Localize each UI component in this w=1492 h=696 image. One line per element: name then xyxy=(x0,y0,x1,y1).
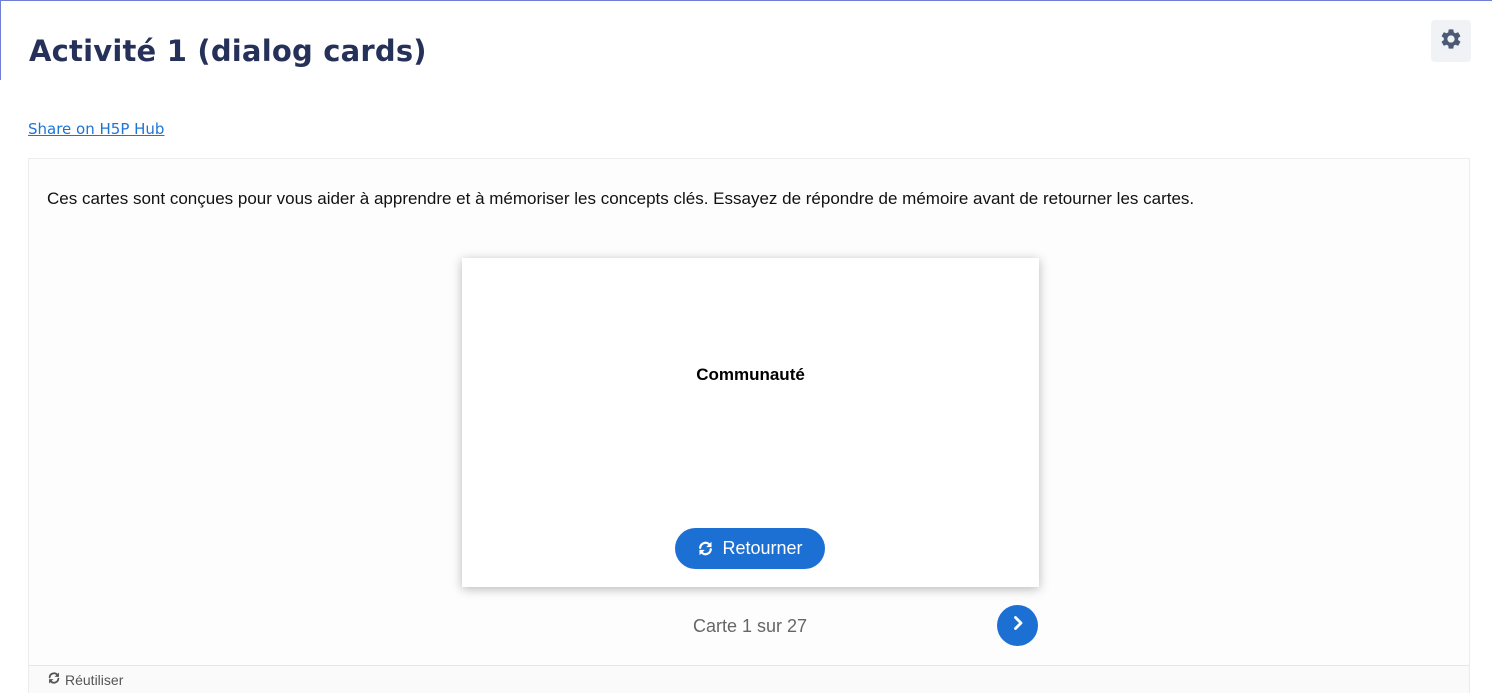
intro-text: Ces cartes sont conçues pour vous aider … xyxy=(47,189,1195,208)
page: Activité 1 (dialog cards) Share on H5P H… xyxy=(0,0,1492,696)
card-progress: Carte 1 sur 27 xyxy=(692,616,808,636)
flip-button-label: Retourner xyxy=(722,538,803,558)
h5p-actions-bar: Réutiliser xyxy=(29,665,1469,693)
h5p-content: Ces cartes sont conçues pour vous aider … xyxy=(28,158,1470,693)
frame-border-left xyxy=(0,0,1,80)
card-text: Communauté xyxy=(696,365,805,384)
next-card-button[interactable] xyxy=(997,605,1038,646)
flip-button[interactable]: Retourner xyxy=(675,528,825,569)
settings-button[interactable] xyxy=(1431,20,1471,62)
refresh-icon xyxy=(697,540,714,557)
refresh-icon xyxy=(47,671,61,688)
reuse-label: Réutiliser xyxy=(65,671,124,688)
chevron-right-icon xyxy=(1010,615,1026,636)
dialog-card: Communauté Retourner xyxy=(462,258,1039,587)
reuse-button[interactable]: Réutiliser xyxy=(47,671,123,688)
page-title: Activité 1 (dialog cards) xyxy=(29,34,427,68)
share-on-h5p-hub-link[interactable]: Share on H5P Hub xyxy=(28,120,164,138)
gear-icon xyxy=(1439,27,1463,56)
frame-border-top xyxy=(0,0,1492,1)
